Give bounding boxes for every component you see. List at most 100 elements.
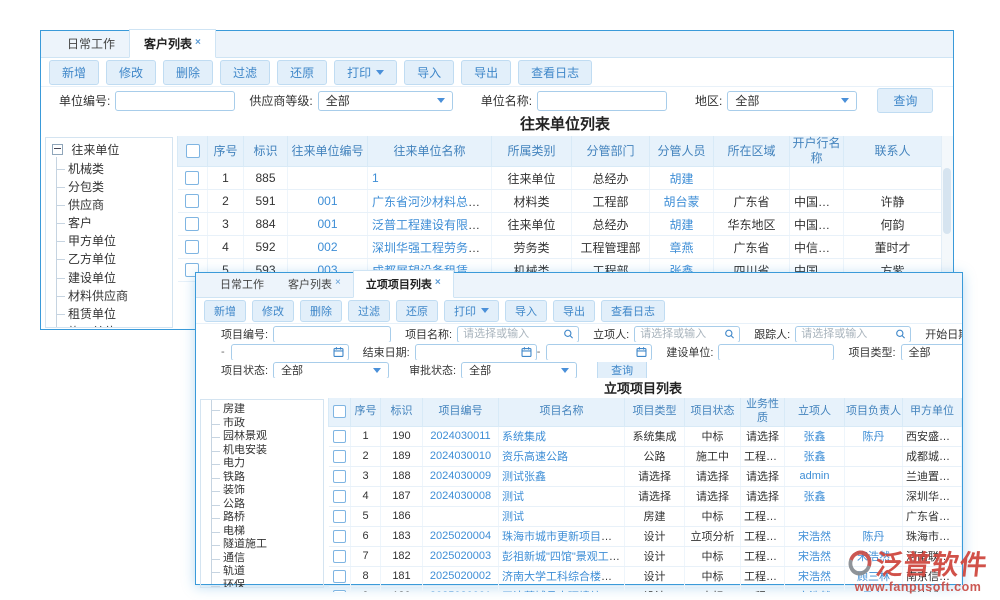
toolbar-button[interactable]: 修改 xyxy=(106,60,156,85)
cell-link[interactable]: 陈丹 xyxy=(863,531,885,543)
cell-link[interactable]: 测试 xyxy=(502,511,524,523)
cell-link[interactable]: 章燕 xyxy=(669,241,693,255)
row-checkbox[interactable] xyxy=(333,590,346,593)
table-cell[interactable]: 宋浩然 xyxy=(785,546,845,566)
table-row[interactable]: 3884001泛普工程建设有限公司往来单位总经办胡建华东地区中国建...何韵 xyxy=(178,213,942,236)
tree-item[interactable]: 客户 xyxy=(56,214,172,232)
table-cell[interactable]: 章燕 xyxy=(650,236,714,259)
table-cell[interactable]: 胡台蒙 xyxy=(650,190,714,213)
tree-item[interactable]: 公路 xyxy=(211,498,323,512)
tree-item[interactable]: 电梯 xyxy=(211,525,323,539)
toolbar-button[interactable]: 打印 xyxy=(444,300,499,322)
table-cell[interactable]: 济南大学工科综合楼建设设计项目 xyxy=(499,566,625,586)
cell-link[interactable]: 2024030008 xyxy=(430,490,491,502)
start-date-to-field[interactable] xyxy=(231,344,349,360)
table-cell[interactable]: 陈丹 xyxy=(845,426,903,446)
cell-link[interactable]: 张鑫 xyxy=(804,431,826,443)
toolbar-button[interactable]: 还原 xyxy=(277,60,327,85)
cell-link[interactable]: 宋浩然 xyxy=(798,531,831,543)
table-cell[interactable]: 2025020003 xyxy=(423,546,499,566)
column-header[interactable]: 联系人 xyxy=(844,136,942,167)
tracker-input[interactable] xyxy=(795,326,911,342)
table-cell[interactable]: 广东省河沙材料总公司 xyxy=(368,190,492,213)
column-header[interactable]: 序号 xyxy=(351,398,381,426)
cell-link[interactable]: 测试 xyxy=(502,491,524,503)
tab-close-icon[interactable]: × xyxy=(435,277,441,288)
column-header[interactable]: 项目类型 xyxy=(625,398,685,426)
column-header[interactable]: 所在区域 xyxy=(714,136,790,167)
cell-link[interactable]: 胡台蒙 xyxy=(663,195,699,209)
column-header[interactable]: 项目状态 xyxy=(685,398,741,426)
column-header[interactable]: 标识 xyxy=(381,398,423,426)
row-checkbox[interactable] xyxy=(185,171,199,185)
tree-item[interactable]: 通信 xyxy=(211,552,323,566)
project-no-input[interactable] xyxy=(273,326,391,342)
column-header[interactable]: 分管人员 xyxy=(650,136,714,167)
tree-item[interactable]: 乙方单位 xyxy=(56,250,172,268)
select-all-checkbox[interactable] xyxy=(186,144,200,158)
tree-item[interactable]: 租赁单位 xyxy=(56,305,172,323)
cell-link[interactable]: 001 xyxy=(317,194,337,208)
unit-name-input[interactable] xyxy=(537,91,667,111)
tree-item[interactable]: 轨道 xyxy=(211,565,323,579)
toolbar-button[interactable]: 新增 xyxy=(204,300,246,322)
table-row[interactable]: 31882024030009测试张鑫请选择请选择请选择admin兰迪置业有限公司 xyxy=(329,466,962,486)
tree-item[interactable]: 隧道施工 xyxy=(211,538,323,552)
toolbar-button[interactable]: 删除 xyxy=(163,60,213,85)
row-checkbox[interactable] xyxy=(333,570,346,583)
project-name-search[interactable] xyxy=(457,326,579,342)
column-header[interactable]: 甲方单位 xyxy=(903,398,962,426)
row-checkbox[interactable] xyxy=(185,194,199,208)
column-header[interactable]: 分管部门 xyxy=(572,136,650,167)
column-header[interactable]: 业务性质 xyxy=(741,398,785,426)
toolbar-button[interactable]: 导入 xyxy=(404,60,454,85)
table-cell[interactable]: 002 xyxy=(288,236,368,259)
row-checkbox[interactable] xyxy=(333,530,346,543)
cell-link[interactable]: 陈丹 xyxy=(863,431,885,443)
table-row[interactable]: 21892024030010资乐高速公路公路施工中工程施工张鑫成都城市管理局 xyxy=(329,446,962,466)
column-header[interactable]: 往来单位名称 xyxy=(368,136,492,167)
tree-item[interactable]: 路桥 xyxy=(211,511,323,525)
tab[interactable]: 日常工作 xyxy=(208,274,276,297)
tree-item[interactable]: 供应商 xyxy=(56,196,172,214)
column-header[interactable]: 项目编号 xyxy=(423,398,499,426)
table-cell[interactable]: 资乐高速公路 xyxy=(499,446,625,466)
build-unit-input[interactable] xyxy=(718,344,834,360)
tree-item[interactable]: 分包类 xyxy=(56,178,172,196)
cell-link[interactable]: 珠海市城市更新项目紫桐苑安置点设... xyxy=(502,531,625,543)
tree-item[interactable]: 园林景观 xyxy=(211,430,323,444)
tree-item[interactable]: 市政 xyxy=(211,417,323,431)
tab-close-icon[interactable]: × xyxy=(195,37,201,48)
table-cell[interactable]: 测试张鑫 xyxy=(499,466,625,486)
cell-link[interactable]: 002 xyxy=(317,240,337,254)
table-cell[interactable]: 2025020002 xyxy=(423,566,499,586)
row-checkbox[interactable] xyxy=(185,217,199,231)
cell-link[interactable]: 2024030011 xyxy=(430,430,490,442)
toolbar-button[interactable]: 过滤 xyxy=(220,60,270,85)
cell-link[interactable]: 资乐高速公路 xyxy=(502,451,568,463)
tree-item[interactable]: 甲方单位 xyxy=(56,232,172,250)
end-date-input[interactable] xyxy=(415,344,537,360)
end-date-to-field[interactable] xyxy=(546,344,652,360)
column-header[interactable]: 往来单位编号 xyxy=(288,136,368,167)
column-header[interactable]: 开户行名称 xyxy=(790,136,844,167)
table-cell[interactable]: 宋浩然 xyxy=(785,586,845,592)
table-cell[interactable]: 彭祖新城"四馆"景观工程设计项目 xyxy=(499,546,625,566)
cell-link[interactable]: 宋浩然 xyxy=(798,571,831,583)
cell-link[interactable]: 胡建 xyxy=(669,172,693,186)
table-cell[interactable]: 001 xyxy=(288,213,368,236)
project-status-select[interactable]: 全部 xyxy=(273,362,389,378)
column-header[interactable]: 标识 xyxy=(244,136,288,167)
tree-item[interactable]: 装饰 xyxy=(211,484,323,498)
table-cell[interactable]: 张鑫 xyxy=(785,446,845,466)
table-cell[interactable]: 测试 xyxy=(499,506,625,526)
table-row[interactable]: 4592002深圳华强工程劳务公司班组劳务类工程管理部章燕广东省中信银...董时… xyxy=(178,236,942,259)
tab[interactable]: 日常工作 xyxy=(53,32,129,57)
table-cell[interactable]: 2025020004 xyxy=(423,526,499,546)
column-header[interactable]: 所属类别 xyxy=(492,136,572,167)
tree-root[interactable]: 往来单位 xyxy=(52,141,172,160)
table-cell[interactable]: admin xyxy=(785,466,845,486)
project-name-input[interactable] xyxy=(457,326,579,342)
row-checkbox[interactable] xyxy=(333,450,346,463)
row-checkbox[interactable] xyxy=(333,470,346,483)
